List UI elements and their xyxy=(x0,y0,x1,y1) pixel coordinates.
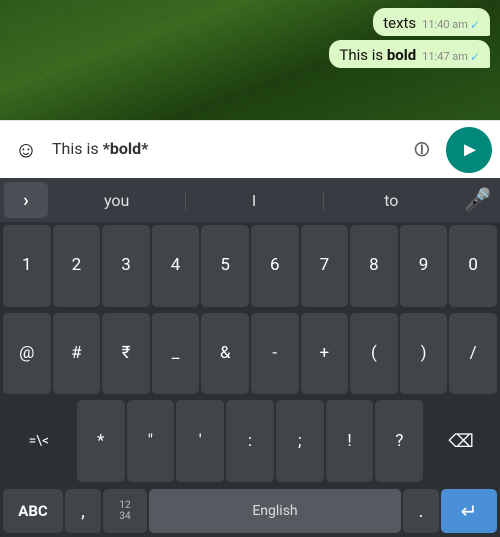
key-close-paren[interactable]: ) xyxy=(400,313,448,395)
num-button[interactable]: 12 34 xyxy=(103,489,147,533)
key-underscore[interactable]: _ xyxy=(152,313,200,395)
comma-label: , xyxy=(81,501,85,522)
symbol-row-2: =\< * " ' : ; ! ? ⌫ xyxy=(0,397,500,485)
key-0[interactable]: 0 xyxy=(449,225,497,307)
key-3[interactable]: 3 xyxy=(102,225,150,307)
send-button[interactable]: ► xyxy=(446,127,492,173)
mic-icon: 🎤 xyxy=(464,188,491,213)
send-icon: ► xyxy=(460,137,480,162)
arrow-button[interactable]: › xyxy=(4,182,48,218)
message-input[interactable]: This is *bold* xyxy=(52,139,398,160)
period-button[interactable]: . xyxy=(403,489,439,533)
enter-icon: ↵ xyxy=(461,499,478,523)
arrow-icon: › xyxy=(23,190,28,211)
key-rupee[interactable]: ₹ xyxy=(102,313,150,395)
check-icon-1: ✓ xyxy=(470,18,480,32)
mic-button[interactable]: 🎤 xyxy=(460,182,496,218)
key-8[interactable]: 8 xyxy=(350,225,398,307)
backspace-button[interactable]: ⌫ xyxy=(425,400,497,482)
key-plus[interactable]: + xyxy=(301,313,349,395)
key-slash[interactable]: / xyxy=(449,313,497,395)
message-time-1: 11:40 am ✓ xyxy=(422,18,480,32)
abc-button[interactable]: ABC xyxy=(3,489,63,533)
message-text-2: This is bold xyxy=(339,46,416,64)
keyboard: › you I to 🎤 1 2 3 4 5 6 7 8 9 0 @ # ₹ _… xyxy=(0,178,500,537)
key-4[interactable]: 4 xyxy=(152,225,200,307)
bottom-row: ABC , 12 34 English . ↵ xyxy=(0,485,500,537)
key-question[interactable]: ? xyxy=(375,400,423,482)
num-bottom-label: 34 xyxy=(119,511,130,522)
message-bubble-1: texts 11:40 am ✓ xyxy=(373,8,490,36)
message-time-2: 11:47 am ✓ xyxy=(422,50,480,64)
attach-button[interactable]: ⊘ xyxy=(406,134,438,166)
key-9[interactable]: 9 xyxy=(400,225,448,307)
chat-background: texts 11:40 am ✓ This is bold 11:47 am ✓ xyxy=(0,0,500,120)
message-area: texts 11:40 am ✓ This is bold 11:47 am ✓ xyxy=(0,0,500,76)
key-hash[interactable]: # xyxy=(53,313,101,395)
suggestion-to[interactable]: to xyxy=(323,183,460,218)
symbol-row-1: @ # ₹ _ & - + ( ) / xyxy=(0,310,500,398)
key-ampersand[interactable]: & xyxy=(201,313,249,395)
suggestions-row: › you I to 🎤 xyxy=(0,178,500,222)
key-1[interactable]: 1 xyxy=(3,225,51,307)
attach-icon: ⊘ xyxy=(407,134,438,165)
message-text-1: texts xyxy=(383,14,416,32)
key-open-paren[interactable]: ( xyxy=(350,313,398,395)
key-quote[interactable]: " xyxy=(127,400,175,482)
comma-button[interactable]: , xyxy=(65,489,101,533)
input-bar: ☺ This is *bold* ⊘ ► xyxy=(0,120,500,178)
abc-label: ABC xyxy=(18,502,47,520)
period-label: . xyxy=(419,501,424,522)
check-icon-2: ✓ xyxy=(470,50,480,64)
key-2[interactable]: 2 xyxy=(53,225,101,307)
backspace-icon: ⌫ xyxy=(448,431,473,452)
suggestion-list: you I to xyxy=(48,183,460,218)
key-6[interactable]: 6 xyxy=(251,225,299,307)
emoji-icon: ☺ xyxy=(15,137,37,163)
message-bubble-2: This is bold 11:47 am ✓ xyxy=(329,40,490,68)
key-minus[interactable]: - xyxy=(251,313,299,395)
emoji-button[interactable]: ☺ xyxy=(8,132,44,168)
key-equals-backslash[interactable]: =\< xyxy=(3,400,75,482)
num-top-label: 12 xyxy=(119,500,130,511)
suggestion-i[interactable]: I xyxy=(185,183,322,218)
space-label: English xyxy=(252,503,297,519)
key-exclaim[interactable]: ! xyxy=(326,400,374,482)
key-colon[interactable]: : xyxy=(226,400,274,482)
key-7[interactable]: 7 xyxy=(301,225,349,307)
space-button[interactable]: English xyxy=(149,489,401,533)
key-at[interactable]: @ xyxy=(3,313,51,395)
number-row: 1 2 3 4 5 6 7 8 9 0 xyxy=(0,222,500,310)
enter-button[interactable]: ↵ xyxy=(441,489,497,533)
suggestion-you[interactable]: you xyxy=(48,183,185,218)
key-apostrophe[interactable]: ' xyxy=(176,400,224,482)
key-5[interactable]: 5 xyxy=(201,225,249,307)
key-semicolon[interactable]: ; xyxy=(276,400,324,482)
key-asterisk[interactable]: * xyxy=(77,400,125,482)
